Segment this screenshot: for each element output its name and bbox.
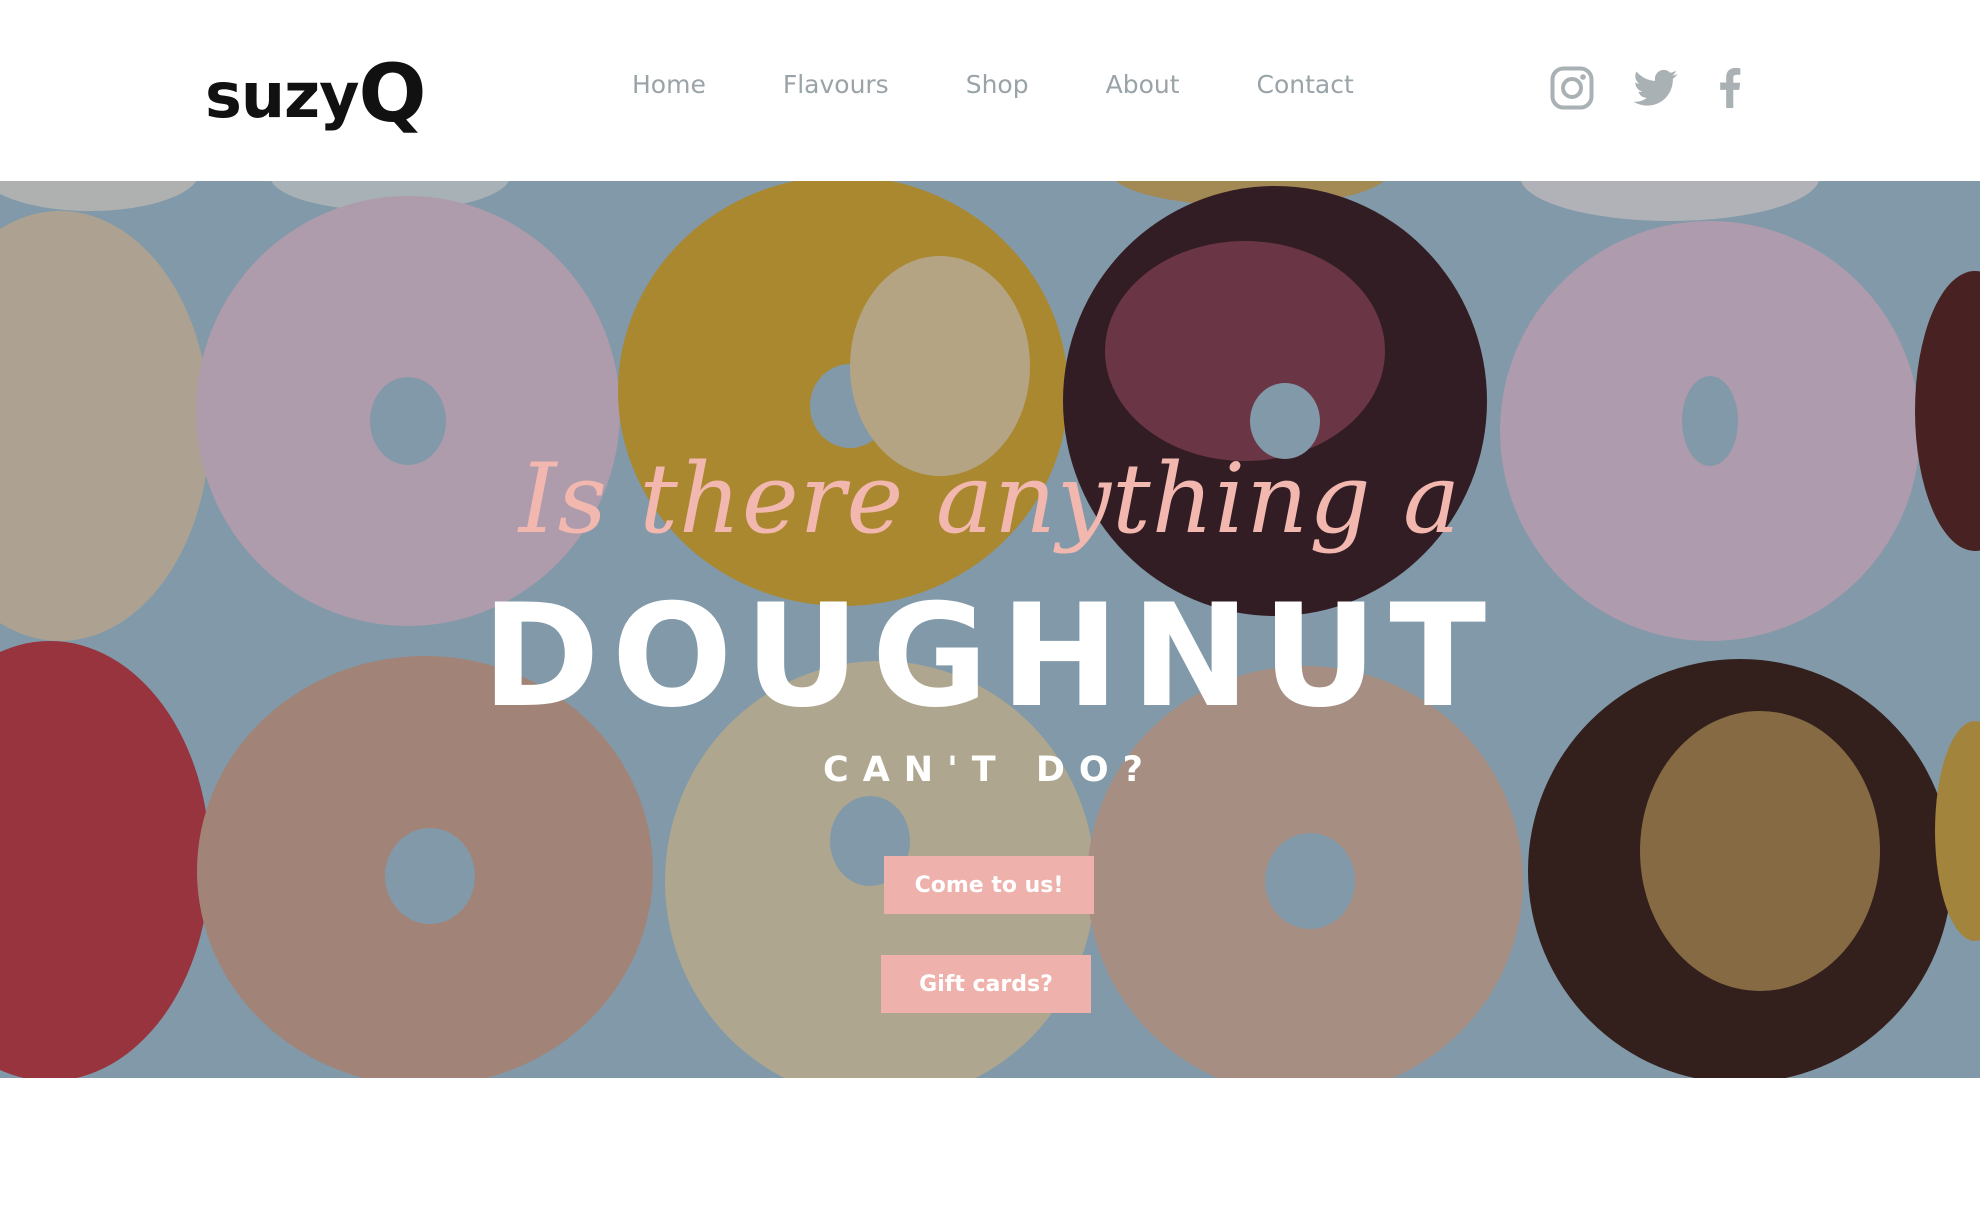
instagram-icon[interactable] bbox=[1550, 66, 1594, 110]
nav-home-link[interactable]: Home bbox=[632, 70, 706, 99]
logo-text: suzy bbox=[205, 59, 360, 132]
twitter-icon[interactable] bbox=[1634, 69, 1678, 107]
hero-headline: DOUGHNUT bbox=[481, 574, 1499, 739]
hero-banner: Is there anything a DOUGHNUT CAN'T DO? C… bbox=[0, 181, 1980, 1078]
main-nav: Home Flavours Shop About Contact bbox=[632, 70, 1354, 99]
logo-accent: Q bbox=[358, 47, 427, 140]
facebook-icon[interactable] bbox=[1718, 68, 1742, 108]
nav-shop-link[interactable]: Shop bbox=[966, 70, 1029, 99]
hero-script-text: Is there anything a bbox=[518, 443, 1462, 555]
come-to-us-button[interactable]: Come to us! bbox=[884, 856, 1094, 914]
nav-about-link[interactable]: About bbox=[1106, 70, 1180, 99]
brand-logo[interactable]: suzyQ bbox=[205, 50, 427, 134]
gift-cards-button[interactable]: Gift cards? bbox=[881, 955, 1091, 1013]
nav-contact-link[interactable]: Contact bbox=[1257, 70, 1354, 99]
hero-subline: CAN'T DO? bbox=[823, 750, 1157, 790]
site-header: suzyQ Home Flavours Shop About Contact bbox=[0, 0, 1980, 181]
social-links bbox=[1550, 66, 1742, 110]
nav-flavours-link[interactable]: Flavours bbox=[783, 70, 889, 99]
